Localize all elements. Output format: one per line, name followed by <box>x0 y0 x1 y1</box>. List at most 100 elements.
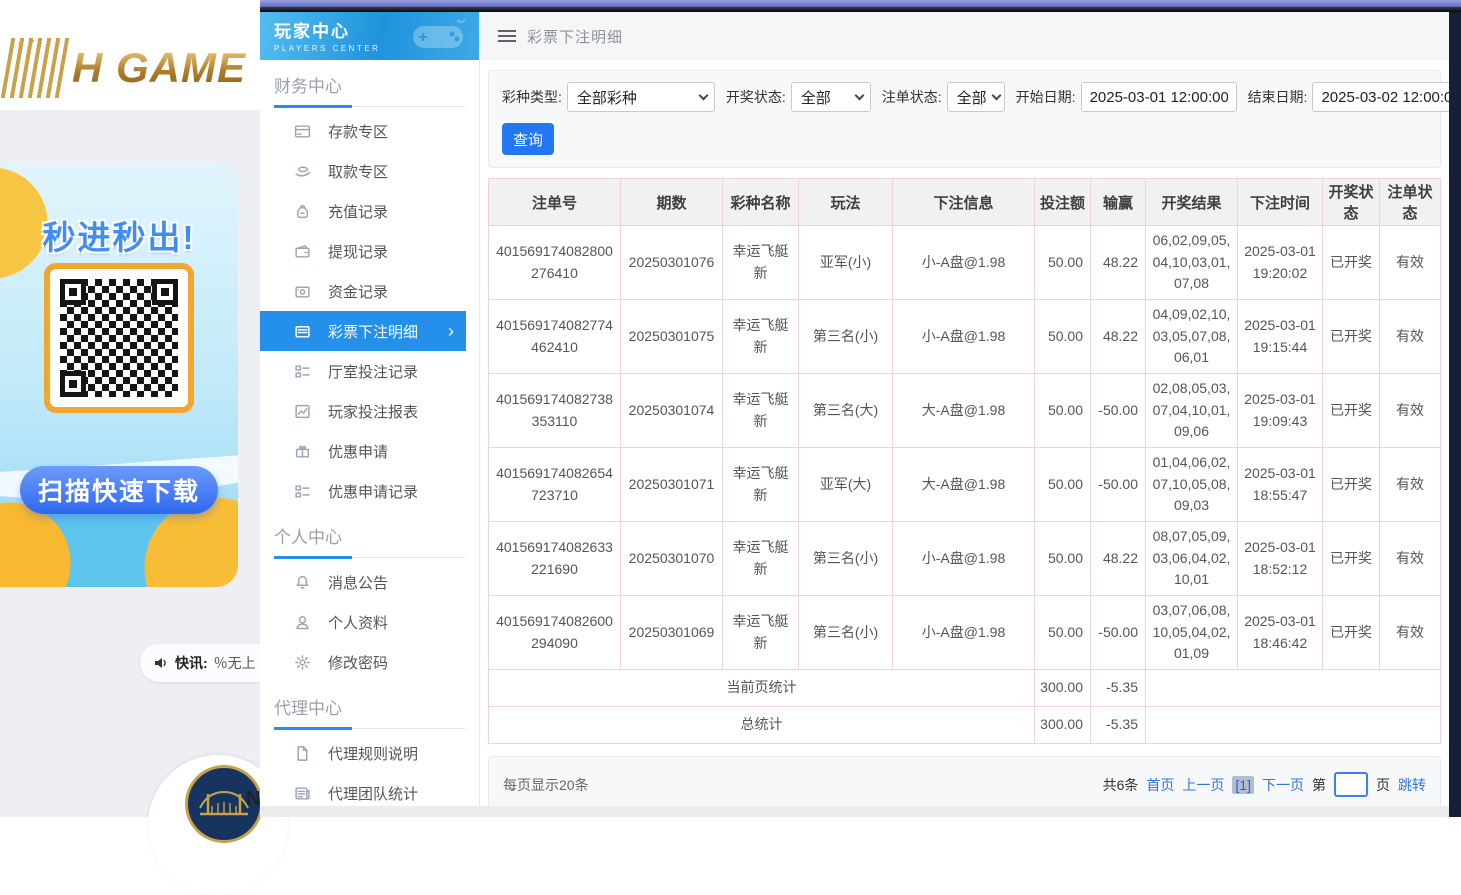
sidebar-item-promo-apply[interactable]: 优惠申请 <box>260 431 479 471</box>
players-center-window: 玩家中心 PLAYERS CENTER 财务中心 存款专区 取款专区 <box>260 0 1461 817</box>
period-cell: 20250301069 <box>621 596 723 670</box>
amount-cell: 50.00 <box>1035 300 1091 374</box>
jump-suffix-text: 页 <box>1376 775 1390 795</box>
order-status-value: 全部 <box>957 87 987 108</box>
col-draw-status: 开奖状态 <box>1323 179 1380 226</box>
draw-status-select[interactable]: 全部 <box>791 82 871 112</box>
sidebar-item-label: 取款专区 <box>328 161 388 182</box>
amount-cell: 50.00 <box>1035 374 1091 448</box>
sidebar-item-change-password[interactable]: 修改密码 <box>260 642 479 682</box>
start-date-label: 开始日期: <box>1016 87 1076 107</box>
partner-initial: N <box>246 788 260 811</box>
lottery-type-select[interactable]: 全部彩种 <box>567 82 715 112</box>
sidebar-item-promo-apply-records[interactable]: 优惠申请记录 <box>260 471 479 511</box>
bet-info-cell: 小-A盘@1.98 <box>893 300 1035 374</box>
order-status-cell: 有效 <box>1380 300 1441 374</box>
current-page-link[interactable]: [1] <box>1232 776 1254 794</box>
col-bet-info: 下注信息 <box>893 179 1035 226</box>
news-ticker: 快讯: ％无上 <box>140 644 270 682</box>
bell-icon <box>294 574 311 591</box>
sidebar-item-announcements[interactable]: 消息公告 <box>260 562 479 602</box>
sidebar-item-agent-team-stats[interactable]: 代理团队统计 <box>260 773 479 806</box>
win-loss-cell: -50.00 <box>1091 448 1146 522</box>
sidebar-item-fund-records[interactable]: 资金记录 <box>260 271 479 311</box>
sidebar-item-label: 消息公告 <box>328 572 388 593</box>
sidebar-item-label: 代理团队统计 <box>328 783 418 804</box>
total-summary-row: 总统计 300.00 -5.35 <box>489 707 1441 744</box>
sidebar-item-profile[interactable]: 个人资料 <box>260 602 479 642</box>
summary-amount: 300.00 <box>1035 707 1091 744</box>
draw-status-cell: 已开奖 <box>1323 226 1380 300</box>
bank-card-icon <box>294 123 311 140</box>
summary-win-loss: -5.35 <box>1091 707 1146 744</box>
col-period: 期数 <box>621 179 723 226</box>
table-row: 401569174082738353110 20250301074 幸运飞艇新 … <box>489 374 1441 448</box>
win-loss-cell: 48.22 <box>1091 226 1146 300</box>
sidebar-section-finance: 财务中心 <box>274 72 465 107</box>
site-logo-band: H GAME <box>0 0 260 110</box>
lottery-cell: 幸运飞艇新 <box>723 226 799 300</box>
h-game-logo: H GAME <box>6 38 246 98</box>
play-cell: 第三名(大) <box>799 374 893 448</box>
period-cell: 20250301074 <box>621 374 723 448</box>
pagination: 共6条 首页 上一页 [1] 下一页 第 页 跳转 <box>1103 772 1426 797</box>
document-icon <box>294 745 311 762</box>
summary-label: 总统计 <box>489 707 1035 744</box>
order-status-cell: 有效 <box>1380 596 1441 670</box>
win-loss-cell: 48.22 <box>1091 300 1146 374</box>
draw-status-label: 开奖状态: <box>726 87 786 107</box>
sidebar-item-label: 厅室投注记录 <box>328 361 418 382</box>
chevron-right-icon: › <box>448 322 454 340</box>
sidebar-item-lottery-bet-details[interactable]: 彩票下注明细 › <box>260 311 466 351</box>
bets-table-wrap: 注单号 期数 彩种名称 玩法 下注信息 投注额 输赢 开奖结果 下注时间 开奖状… <box>488 178 1441 744</box>
sidebar-item-label: 修改密码 <box>328 652 388 673</box>
jump-prefix-text: 第 <box>1312 775 1326 795</box>
lottery-cell: 幸运飞艇新 <box>723 596 799 670</box>
summary-empty-cell <box>1146 670 1441 707</box>
h-logo-text: H GAME <box>72 44 246 92</box>
report-chart-icon <box>294 403 311 420</box>
sidebar-header: 玩家中心 PLAYERS CENTER <box>260 12 479 60</box>
sidebar-item-player-bet-report[interactable]: 玩家投注报表 <box>260 391 479 431</box>
order-status-select[interactable]: 全部 <box>947 82 1005 112</box>
col-order-id: 注单号 <box>489 179 621 226</box>
page-jump-input[interactable] <box>1334 772 1368 797</box>
sidebar-item-label: 玩家投注报表 <box>328 401 418 422</box>
sidebar-item-withdrawal-records[interactable]: 提现记录 <box>260 231 479 271</box>
lottery-type-value: 全部彩种 <box>577 87 637 108</box>
table-row: 401569174082774462410 20250301075 幸运飞艇新 … <box>489 300 1441 374</box>
qr-finder <box>152 279 178 305</box>
first-page-link[interactable]: 首页 <box>1146 775 1174 795</box>
bet-time-cell: 2025-03-01 18:55:47 <box>1238 448 1323 522</box>
bet-time-cell: 2025-03-01 19:20:02 <box>1238 226 1323 300</box>
period-cell: 20250301071 <box>621 448 723 522</box>
sidebar-item-agent-rules[interactable]: 代理规则说明 <box>260 733 479 773</box>
search-button[interactable]: 查询 <box>502 123 554 155</box>
sidebar-item-deposit-zone[interactable]: 存款专区 <box>260 111 479 151</box>
sidebar-section-agent: 代理中心 <box>274 694 465 729</box>
result-cell: 02,08,05,03,07,04,10,01,09,06 <box>1146 374 1238 448</box>
page-title: 彩票下注明细 <box>527 26 623 47</box>
app-download-promo-card: 秒进秒出! 扫描快速下载 <box>0 163 238 587</box>
start-date-input[interactable] <box>1081 82 1237 112</box>
sidebar-item-recharge-records[interactable]: 充值记录 <box>260 191 479 231</box>
amount-cell: 50.00 <box>1035 448 1091 522</box>
order-id-cell: 401569174082774462410 <box>489 300 621 374</box>
scan-download-button[interactable]: 扫描快速下载 <box>20 466 218 514</box>
sidebar-item-withdraw-zone[interactable]: 取款专区 <box>260 151 479 191</box>
sidebar-item-hall-bet-records[interactable]: 厅室投注记录 <box>260 351 479 391</box>
summary-amount: 300.00 <box>1035 670 1091 707</box>
result-cell: 08,07,05,09,03,06,04,02,10,01 <box>1146 522 1238 596</box>
ticket-list-icon <box>294 323 311 340</box>
next-page-link[interactable]: 下一页 <box>1262 775 1304 795</box>
period-cell: 20250301075 <box>621 300 723 374</box>
end-date-input[interactable] <box>1312 82 1449 112</box>
chevron-down-icon <box>698 90 708 100</box>
hamburger-menu-icon[interactable] <box>498 30 516 42</box>
order-status-label: 注单状态: <box>882 87 942 107</box>
play-cell: 第三名(小) <box>799 596 893 670</box>
ticker-label: 快讯: <box>175 653 208 673</box>
prev-page-link[interactable]: 上一页 <box>1182 775 1224 795</box>
money-bag-icon <box>294 203 311 220</box>
jump-button[interactable]: 跳转 <box>1398 775 1426 795</box>
